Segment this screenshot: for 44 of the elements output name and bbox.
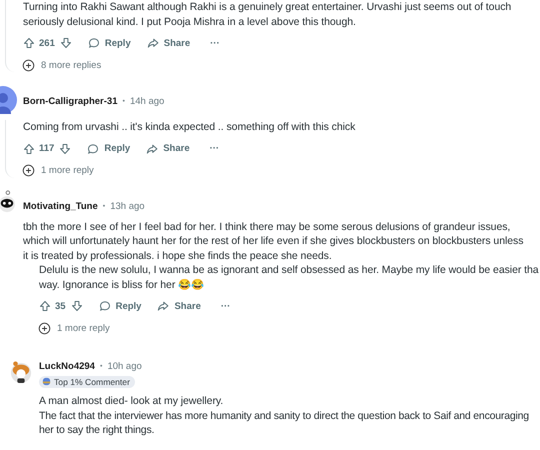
comment-text: tbh the more I see of her I feel bad for her. I think there may be some serous delusions of grandeur issues, which will unfortunately haunt her for the rest of her life even if she gives blockbusters on blockbusters unless it is treated by professionals. i hope she finds the peace she needs. <box>23 220 524 263</box>
upvote-icon[interactable] <box>23 142 35 154</box>
upvote-icon[interactable] <box>39 300 51 312</box>
comment-icon <box>98 300 111 312</box>
share-icon <box>146 142 158 154</box>
share-icon <box>157 300 170 312</box>
more-options-button[interactable]: ··· <box>210 143 220 154</box>
vote-count: 35 <box>55 300 66 312</box>
reply-button[interactable]: Reply <box>98 300 142 312</box>
expand-icon[interactable] <box>22 58 35 72</box>
share-button[interactable]: Share <box>146 37 190 49</box>
avatar-icon <box>10 359 32 385</box>
timestamp: 13h ago <box>110 201 145 212</box>
upvote-icon[interactable] <box>23 37 35 49</box>
username[interactable]: Motivating_Tune <box>23 201 98 212</box>
comment-text: Coming from urvashi .. it's kinda expected .. something off with this chick <box>23 120 356 134</box>
downvote-icon[interactable] <box>60 37 72 49</box>
timestamp: 10h ago <box>107 360 142 372</box>
reply-button[interactable]: Reply <box>87 142 130 154</box>
expand-icon[interactable] <box>38 322 51 334</box>
commenter-badge: Top 1% Commenter <box>39 376 135 388</box>
more-replies-link[interactable]: 8 more replies <box>41 60 102 70</box>
reply-button[interactable]: Reply <box>88 37 131 49</box>
comment-icon <box>87 142 100 154</box>
vote-count: 261 <box>39 38 55 48</box>
vote-count: 117 <box>39 143 54 154</box>
more-options-button[interactable]: ··· <box>220 300 230 312</box>
more-options-button[interactable]: ··· <box>210 38 220 48</box>
comment-icon <box>88 37 100 49</box>
share-icon <box>146 37 159 49</box>
username[interactable]: LuckNo4294 <box>39 360 95 372</box>
comment-text: A man almost died- look at my jewellery. <box>39 394 224 408</box>
more-replies-link[interactable]: 1 more reply <box>57 322 110 334</box>
more-replies-link[interactable]: 1 more reply <box>41 165 94 176</box>
share-button[interactable]: Share <box>146 142 190 154</box>
downvote-icon[interactable] <box>70 300 83 312</box>
downvote-icon[interactable] <box>59 142 72 154</box>
comment-text: Turning into Rakhi Sawant although Rakhi is a genuinely great entertainer. Urvashi just seems out of touch seriously delusional kind. I put Pooja Mishra in a level above this though. <box>23 0 512 29</box>
comment-text: Delulu is the new solulu, I wanna be as ignorant and self obsessed as her. Maybe my life would be easier tha way. Ignorance is bliss for her 😂😂 <box>39 263 540 292</box>
timestamp: 14h ago <box>130 96 164 106</box>
share-button[interactable]: Share <box>157 300 201 312</box>
comment-text: The fact that the interviewer has more humanity and sanity to direct the question back to Saif and encouraging her to say the right things. <box>39 408 530 438</box>
username[interactable]: Born-Calligrapher-31 <box>23 96 118 106</box>
expand-icon[interactable] <box>22 164 35 177</box>
